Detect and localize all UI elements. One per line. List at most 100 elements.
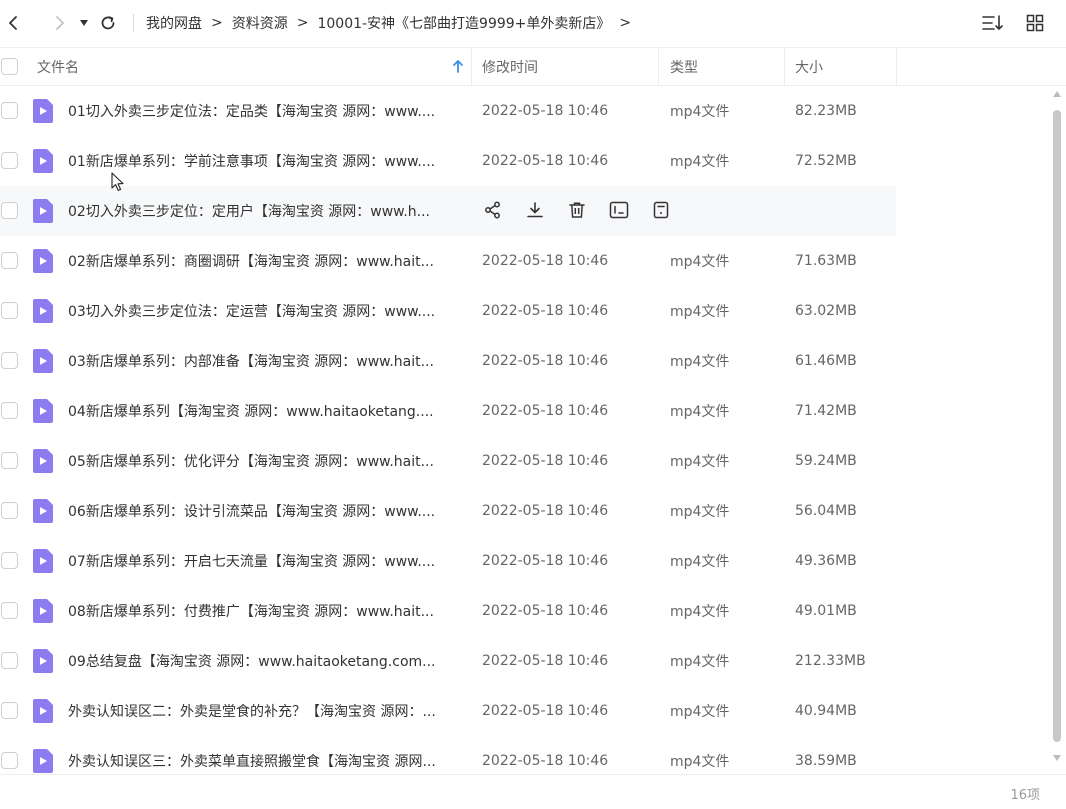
scrollbar-thumb[interactable] [1053, 110, 1061, 742]
file-row[interactable]: 02新店爆单系列：商圈调研【海淘宝资 源网：www.hait... 2022-0… [0, 236, 896, 286]
file-name[interactable]: 06新店爆单系列：设计引流菜品【海淘宝资 源网：www.... [68, 486, 462, 536]
column-header-type[interactable]: 类型 [670, 48, 698, 85]
row-checkbox[interactable] [1, 352, 18, 369]
row-checkbox[interactable] [1, 402, 18, 419]
file-modified-time: 2022-05-18 10:46 [482, 553, 609, 569]
file-name[interactable]: 02新店爆单系列：商圈调研【海淘宝资 源网：www.hait... [68, 236, 462, 286]
file-row[interactable]: 外卖认知误区二：外卖是堂食的补充？【海淘宝资 源网：... 2022-05-18… [0, 686, 896, 736]
refresh-button[interactable] [95, 10, 121, 36]
row-checkbox[interactable] [1, 552, 18, 569]
mouse-cursor-icon [111, 172, 124, 191]
file-name[interactable]: 02切入外卖三步定位：定用户【海淘宝资 源网：www.h... [68, 186, 456, 236]
column-divider[interactable] [896, 48, 897, 85]
history-dropdown-button[interactable] [75, 10, 93, 36]
download-icon [527, 202, 543, 218]
vertical-scrollbar[interactable] [1050, 86, 1064, 774]
file-name[interactable]: 01新店爆单系列：学前注意事项【海淘宝资 源网：www.... [68, 136, 462, 186]
video-file-icon [33, 199, 53, 223]
sort-list-icon [982, 15, 1003, 30]
column-divider[interactable] [784, 48, 785, 85]
file-row[interactable]: 03切入外卖三步定位法：定运营【海淘宝资 源网：www.... 2022-05-… [0, 286, 896, 336]
row-checkbox[interactable] [1, 602, 18, 619]
video-file-icon [33, 599, 53, 623]
file-row[interactable]: 07新店爆单系列：开启七天流量【海淘宝资 源网：www.... 2022-05-… [0, 536, 896, 586]
file-row[interactable]: 05新店爆单系列：优化评分【海淘宝资 源网：www.hait... 2022-0… [0, 436, 896, 486]
file-size: 49.01MB [795, 603, 857, 619]
file-name[interactable]: 03切入外卖三步定位法：定运营【海淘宝资 源网：www.... [68, 286, 462, 336]
file-type: mp4文件 [670, 654, 730, 670]
row-checkbox[interactable] [1, 202, 18, 219]
select-all-checkbox[interactable] [1, 58, 18, 75]
file-row[interactable]: 01新店爆单系列：学前注意事项【海淘宝资 源网：www.... 2022-05-… [0, 136, 896, 186]
column-header-time[interactable]: 修改时间 [482, 48, 538, 85]
column-divider[interactable] [658, 48, 659, 85]
column-header-type-label: 类型 [670, 59, 698, 76]
download-button[interactable] [524, 199, 546, 221]
rename-button[interactable] [608, 199, 630, 221]
breadcrumb-item-root[interactable]: 我的网盘 [146, 13, 202, 33]
row-checkbox[interactable] [1, 452, 18, 469]
file-size: 72.52MB [795, 153, 857, 169]
file-size: 61.46MB [795, 353, 857, 369]
file-row-hovered[interactable]: 02切入外卖三步定位：定用户【海淘宝资 源网：www.h... [0, 186, 896, 236]
breadcrumb-item-current[interactable]: 10001-安神《七部曲打造9999+单外卖新店》 [317, 13, 610, 33]
file-type: mp4文件 [670, 304, 730, 320]
file-name[interactable]: 09总结复盘【海淘宝资 源网：www.haitaoketang.com... [68, 636, 462, 686]
video-file-icon [33, 99, 53, 123]
sort-ascending-icon[interactable] [452, 59, 464, 73]
scroll-down-arrow-icon[interactable] [1052, 754, 1062, 762]
file-row[interactable]: 04新店爆单系列【海淘宝资 源网：www.haitaoketang.... 20… [0, 386, 896, 436]
back-button[interactable] [0, 10, 26, 36]
breadcrumb-separator: > [211, 15, 223, 31]
grid-view-button[interactable] [1022, 10, 1048, 36]
video-file-icon [33, 349, 53, 373]
file-row[interactable]: 09总结复盘【海淘宝资 源网：www.haitaoketang.com... 2… [0, 636, 896, 686]
row-checkbox[interactable] [1, 752, 18, 769]
forward-button[interactable] [47, 10, 73, 36]
file-list-header: 文件名 修改时间 类型 大小 [0, 47, 1066, 86]
file-name[interactable]: 07新店爆单系列：开启七天流量【海淘宝资 源网：www.... [68, 536, 462, 586]
row-checkbox[interactable] [1, 102, 18, 119]
file-row[interactable]: 外卖认知误区三：外卖菜单直接照搬堂食【海淘宝资 源网... 2022-05-18… [0, 736, 896, 774]
file-modified-time: 2022-05-18 10:46 [482, 753, 609, 769]
row-checkbox[interactable] [1, 652, 18, 669]
file-row[interactable]: 01切入外卖三步定位法：定品类【海淘宝资 源网：www.... 2022-05-… [0, 86, 896, 136]
file-name[interactable]: 04新店爆单系列【海淘宝资 源网：www.haitaoketang.... [68, 386, 462, 436]
file-size: 71.63MB [795, 253, 857, 269]
row-checkbox[interactable] [1, 502, 18, 519]
breadcrumb-item-resources[interactable]: 资料资源 [232, 13, 288, 33]
file-type: mp4文件 [670, 454, 730, 470]
more-button[interactable] [650, 199, 672, 221]
column-header-name[interactable]: 文件名 [37, 48, 471, 85]
chevron-right-icon [56, 16, 64, 30]
breadcrumb-separator[interactable]: > [619, 15, 631, 31]
video-file-icon [33, 249, 53, 273]
file-modified-time: 2022-05-18 10:46 [482, 503, 609, 519]
file-name[interactable]: 05新店爆单系列：优化评分【海淘宝资 源网：www.hait... [68, 436, 462, 486]
file-name[interactable]: 01切入外卖三步定位法：定品类【海淘宝资 源网：www.... [68, 86, 462, 136]
row-checkbox[interactable] [1, 302, 18, 319]
file-name[interactable]: 外卖认知误区三：外卖菜单直接照搬堂食【海淘宝资 源网... [68, 736, 462, 774]
file-row[interactable]: 03新店爆单系列：内部准备【海淘宝资 源网：www.hait... 2022-0… [0, 336, 896, 386]
file-type: mp4文件 [670, 254, 730, 270]
column-header-size[interactable]: 大小 [795, 48, 823, 85]
row-checkbox[interactable] [1, 702, 18, 719]
status-bar: 16项 [0, 774, 1066, 809]
file-name[interactable]: 03新店爆单系列：内部准备【海淘宝资 源网：www.hait... [68, 336, 462, 386]
file-size: 71.42MB [795, 403, 857, 419]
file-size: 82.23MB [795, 103, 857, 119]
file-row[interactable]: 06新店爆单系列：设计引流菜品【海淘宝资 源网：www.... 2022-05-… [0, 486, 896, 536]
file-row[interactable]: 08新店爆单系列：付费推广【海淘宝资 源网：www.hait... 2022-0… [0, 586, 896, 636]
row-checkbox[interactable] [1, 152, 18, 169]
column-divider[interactable] [471, 48, 472, 85]
delete-button[interactable] [566, 199, 588, 221]
scroll-up-arrow-icon[interactable] [1052, 90, 1062, 98]
share-button[interactable] [482, 199, 504, 221]
item-count: 16项 [1010, 788, 1040, 803]
row-checkbox[interactable] [1, 252, 18, 269]
sort-button[interactable] [980, 10, 1006, 36]
file-name[interactable]: 外卖认知误区二：外卖是堂食的补充？【海淘宝资 源网：... [68, 686, 462, 736]
column-header-name-label: 文件名 [37, 59, 79, 76]
video-file-icon [33, 749, 53, 773]
file-name[interactable]: 08新店爆单系列：付费推广【海淘宝资 源网：www.hait... [68, 586, 462, 636]
